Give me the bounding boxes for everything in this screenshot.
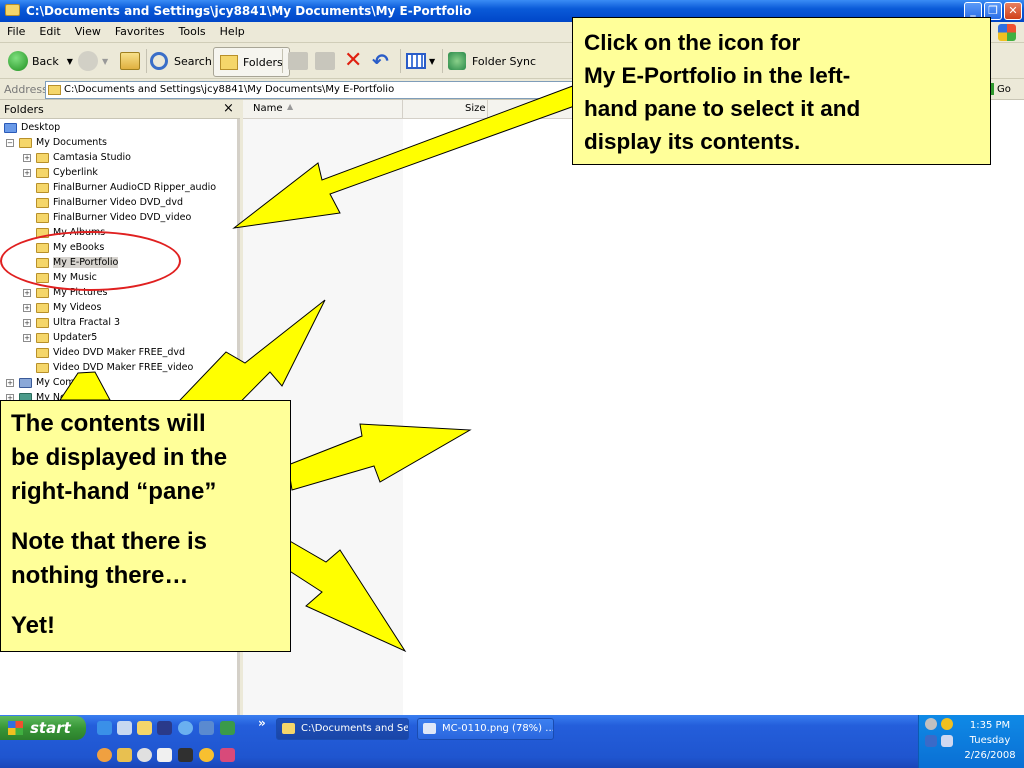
callout-line: The contents will xyxy=(11,410,206,437)
callout-instructions: Click on the icon for My E-Portfolio in … xyxy=(572,17,991,165)
arrow-right xyxy=(287,423,472,491)
callout-line: Yet! xyxy=(11,612,56,639)
callout-line: display its contents. xyxy=(584,129,801,154)
arrow-up-left xyxy=(59,371,111,401)
callout-line: right-hand “pane” xyxy=(11,478,217,505)
arrow-to-e-portfolio xyxy=(232,83,581,229)
callout-line: My E-Portfolio in the left- xyxy=(584,63,851,88)
arrow-down-right xyxy=(287,539,407,653)
callout-line: hand pane to select it and xyxy=(584,96,861,121)
callout-line: be displayed in the xyxy=(11,444,228,471)
callout-line: Note that there is xyxy=(11,528,208,555)
callout-line: Click on the icon for xyxy=(584,30,801,55)
callout-line: nothing there… xyxy=(11,562,189,589)
callout-contents-note: The contents will be displayed in the ri… xyxy=(0,400,291,652)
